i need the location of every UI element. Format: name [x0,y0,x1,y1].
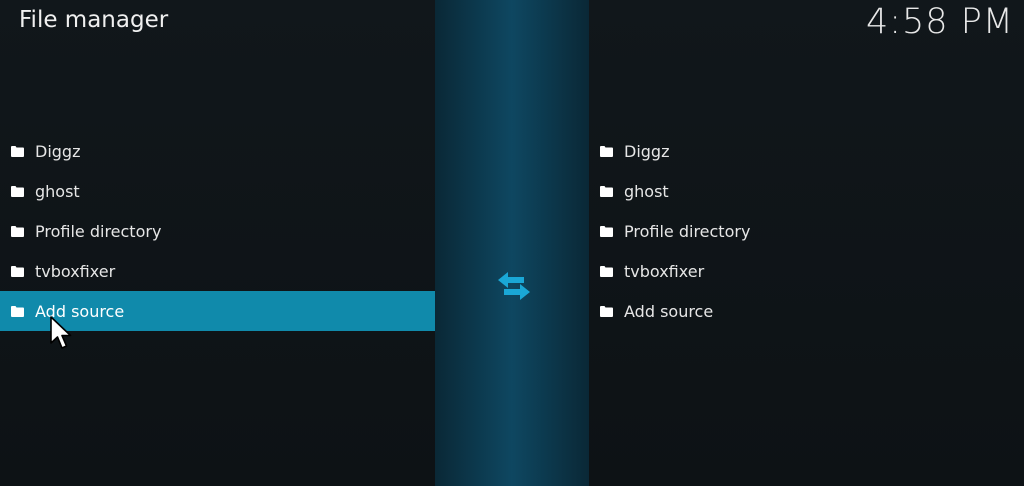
folder-icon [11,266,24,277]
list-item-ghost[interactable]: ghost [0,171,435,211]
item-label: tvboxfixer [35,261,116,281]
list-item-add-source[interactable]: Add source [589,291,1024,331]
list-item-diggz[interactable]: Diggz [589,131,1024,171]
file-manager-screen: File manager 4:58 PM Diggz ghost Profile… [0,0,1024,486]
center-divider [435,0,589,486]
folder-icon [600,226,613,237]
page-title: File manager [19,7,169,33]
folder-icon [11,186,24,197]
item-label: Diggz [624,141,670,161]
folder-icon [600,306,613,317]
item-label: Diggz [35,141,81,161]
list-item-tvboxfixer[interactable]: tvboxfixer [0,251,435,291]
folder-icon [11,306,24,317]
list-item-profile-directory[interactable]: Profile directory [589,211,1024,251]
right-pane: Diggz ghost Profile directory tvboxfixer… [589,131,1024,331]
mouse-cursor-icon [50,316,72,349]
folder-icon [11,146,24,157]
clock: 4:58 PM [865,2,1014,42]
item-label: ghost [35,181,80,201]
left-pane: Diggz ghost Profile directory tvboxfixer… [0,131,435,331]
item-label: Add source [624,301,714,321]
folder-icon [600,146,613,157]
list-item-tvboxfixer[interactable]: tvboxfixer [589,251,1024,291]
item-label: tvboxfixer [624,261,705,281]
list-item-ghost[interactable]: ghost [589,171,1024,211]
item-label: Profile directory [35,221,162,241]
folder-icon [600,266,613,277]
list-item-diggz[interactable]: Diggz [0,131,435,171]
item-label: ghost [624,181,669,201]
list-item-profile-directory[interactable]: Profile directory [0,211,435,251]
item-label: Profile directory [624,221,751,241]
folder-icon [11,226,24,237]
folder-icon [600,186,613,197]
swap-arrows-icon[interactable] [494,268,534,304]
